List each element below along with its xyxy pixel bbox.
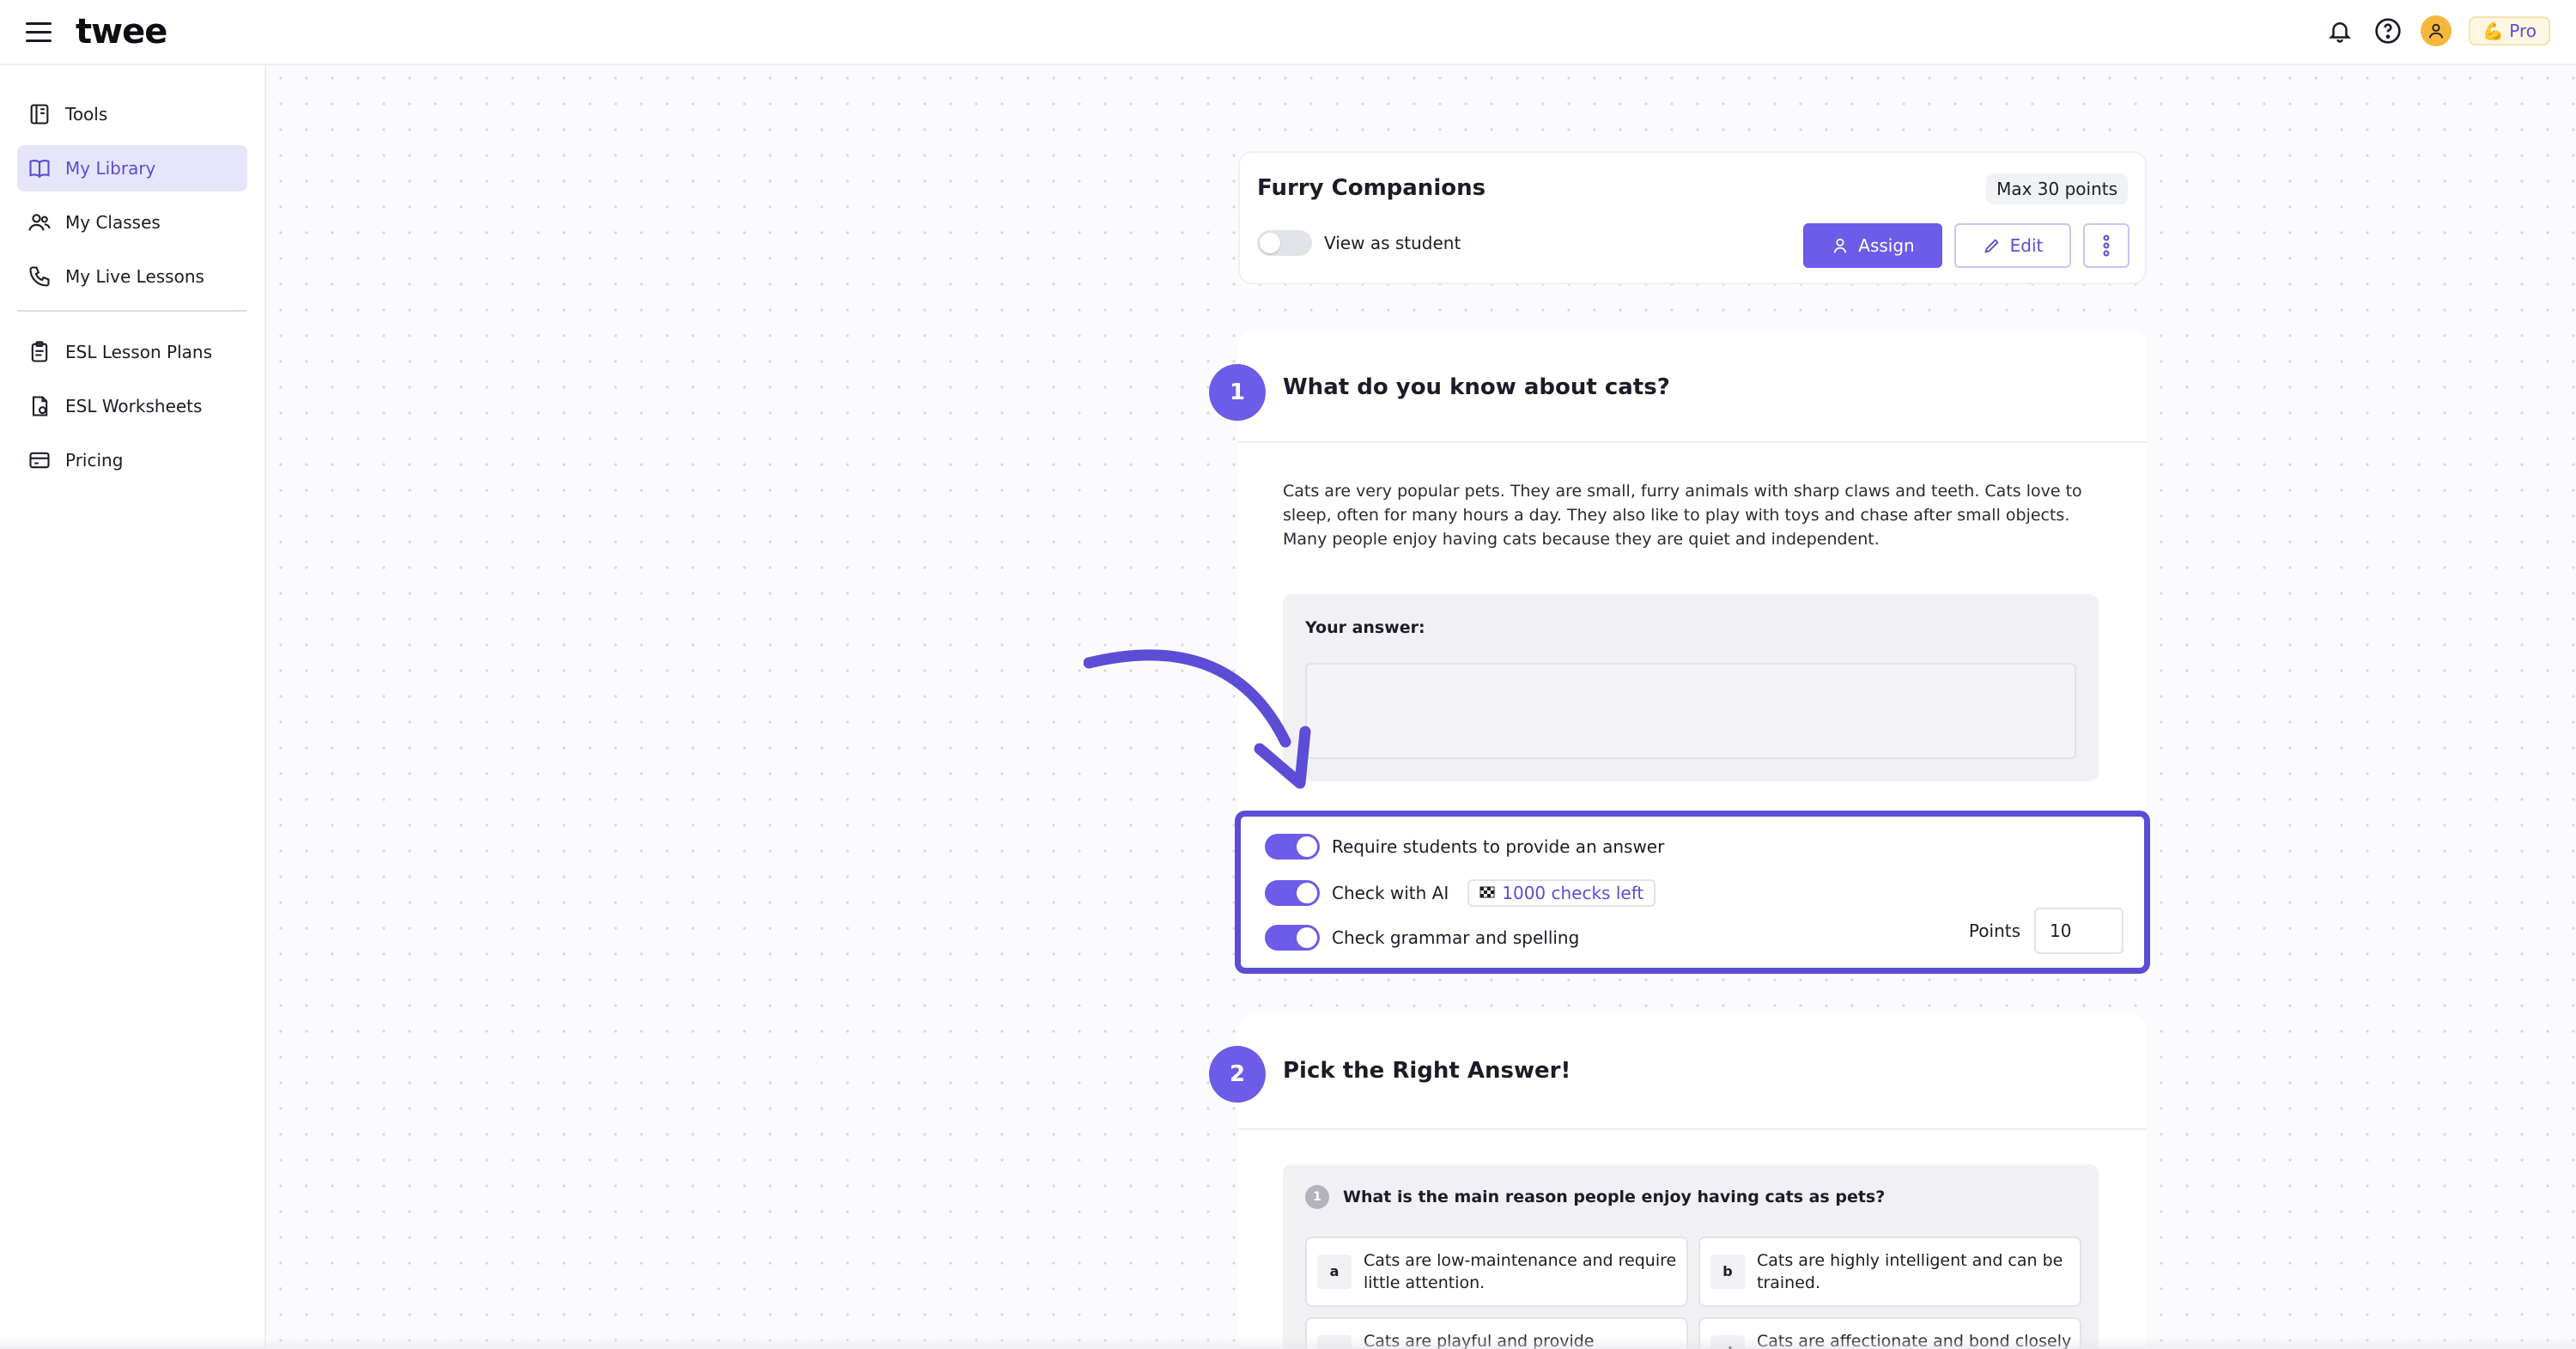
top-actions: 💪 Pro (2324, 15, 2550, 46)
option-b[interactable]: b Cats are highly intelligent and can be… (1698, 1237, 2081, 1307)
sidebar-item-label: Pricing (65, 450, 124, 471)
checks-left-text: 1000 checks left (1502, 883, 1644, 903)
tools-icon (30, 104, 49, 125)
sidebar-item-label: ESL Lesson Plans (65, 342, 213, 362)
check-grammar-label: Check grammar and spelling (1332, 927, 1580, 948)
more-vertical-icon (2103, 234, 2110, 257)
sidebar: Tools My Library My Classes My Live Less… (0, 65, 266, 1349)
sidebar-item-esl-worksheets[interactable]: ESL Worksheets (17, 383, 247, 429)
muscle-icon: 💪 (2482, 21, 2505, 41)
more-options-button[interactable] (2083, 223, 2129, 268)
sidebar-item-label: My Live Lessons (65, 266, 204, 287)
help-icon[interactable] (2372, 15, 2403, 46)
check-ai-row: Check with AI 1000 checks left (1265, 879, 1656, 907)
check-grammar-toggle[interactable] (1265, 925, 1320, 951)
main-canvas: Furry Companions Max 30 points View as s… (268, 65, 2576, 1349)
require-answer-label: Require students to provide an answer (1332, 836, 1665, 857)
edit-button[interactable]: Edit (1954, 223, 2071, 268)
answer-settings-panel: Require students to provide an answer Ch… (1235, 811, 2150, 974)
check-ai-label: Check with AI (1332, 883, 1449, 903)
assign-button[interactable]: Assign (1803, 223, 1942, 268)
sidebar-divider (17, 310, 247, 312)
page-title: Furry Companions (1257, 175, 1486, 201)
sidebar-item-label: Tools (65, 104, 108, 125)
question-card-2: 2 Pick the Right Answer! 1 What is the m… (1209, 1015, 2147, 1349)
sidebar-item-my-live-lessons[interactable]: My Live Lessons (17, 253, 247, 300)
arrow-annotation (1084, 649, 1311, 789)
bell-icon[interactable] (2324, 15, 2355, 46)
option-a[interactable]: a Cats are low-maintenance and require l… (1305, 1237, 1688, 1307)
points-field: Points 10 (1969, 908, 2123, 954)
hamburger-icon[interactable] (26, 22, 52, 43)
users-icon (28, 214, 51, 231)
multiple-choice-box: 1 What is the main reason people enjoy h… (1283, 1164, 2099, 1349)
view-as-student-label: View as student (1324, 233, 1461, 253)
check-ai-toggle[interactable] (1265, 880, 1320, 906)
sidebar-item-label: My Library (65, 158, 156, 179)
sidebar-item-pricing[interactable]: Pricing (17, 437, 247, 483)
points-input[interactable]: 10 (2034, 908, 2123, 954)
app-logo[interactable]: twee (76, 12, 167, 52)
question-header: 2 Pick the Right Answer! (1209, 1015, 2147, 1130)
worksheet-header-card: Furry Companions Max 30 points View as s… (1238, 151, 2147, 284)
points-label: Points (1968, 921, 2020, 941)
sidebar-item-label: ESL Worksheets (65, 396, 203, 416)
mc-question-text: What is the main reason people enjoy hav… (1343, 1188, 1886, 1206)
answer-box: Your answer: (1283, 594, 2099, 781)
option-letter: a (1317, 1255, 1352, 1289)
checks-left-badge: 1000 checks left (1467, 879, 1656, 907)
require-answer-row: Require students to provide an answer (1265, 834, 1664, 860)
option-letter: b (1710, 1255, 1745, 1289)
question-number: 1 (1209, 364, 1266, 421)
max-points-badge: Max 30 points (1986, 173, 2128, 204)
user-icon[interactable] (2421, 15, 2452, 46)
answer-label: Your answer: (1305, 618, 1425, 637)
worksheet-icon (32, 396, 48, 416)
question-title: Pick the Right Answer! (1283, 1058, 1571, 1084)
user-icon (1833, 238, 1847, 253)
edit-label: Edit (2009, 235, 2044, 256)
question-header: 1 What do you know about cats? (1209, 331, 2147, 443)
sidebar-item-my-classes[interactable]: My Classes (17, 199, 247, 246)
book-icon (29, 160, 50, 179)
question-text: Cats are very popular pets. They are sma… (1283, 482, 2082, 549)
bottom-fade (0, 1337, 2576, 1349)
require-answer-toggle[interactable] (1265, 834, 1320, 860)
question-title: What do you know about cats? (1283, 374, 1670, 400)
view-as-student-toggle[interactable] (1257, 230, 1312, 256)
card-icon (29, 452, 50, 469)
sidebar-item-tools[interactable]: Tools (17, 91, 247, 137)
clipboard-icon (31, 341, 48, 362)
answer-input[interactable] (1305, 663, 2076, 759)
assign-label: Assign (1858, 235, 1915, 256)
question-number: 2 (1209, 1046, 1266, 1103)
pencil-icon (1984, 239, 1999, 253)
top-bar: twee 💪 Pro (0, 0, 2576, 65)
checkered-flag-icon (1479, 886, 1495, 898)
option-text: Cats are highly intelligent and can be t… (1757, 1251, 2063, 1292)
mc-question-number: 1 (1305, 1185, 1329, 1209)
sidebar-item-my-library[interactable]: My Library (17, 145, 247, 191)
check-grammar-row: Check grammar and spelling (1265, 925, 1579, 951)
sidebar-item-esl-lesson-plans[interactable]: ESL Lesson Plans (17, 329, 247, 375)
option-text: Cats are low-maintenance and require lit… (1364, 1251, 1677, 1292)
view-as-student: View as student (1257, 230, 1461, 256)
mc-question: 1 What is the main reason people enjoy h… (1305, 1185, 1885, 1209)
sidebar-item-label: My Classes (65, 212, 161, 233)
pro-label: Pro (2509, 21, 2537, 41)
pro-badge[interactable]: 💪 Pro (2469, 16, 2550, 46)
phone-icon (29, 266, 50, 287)
